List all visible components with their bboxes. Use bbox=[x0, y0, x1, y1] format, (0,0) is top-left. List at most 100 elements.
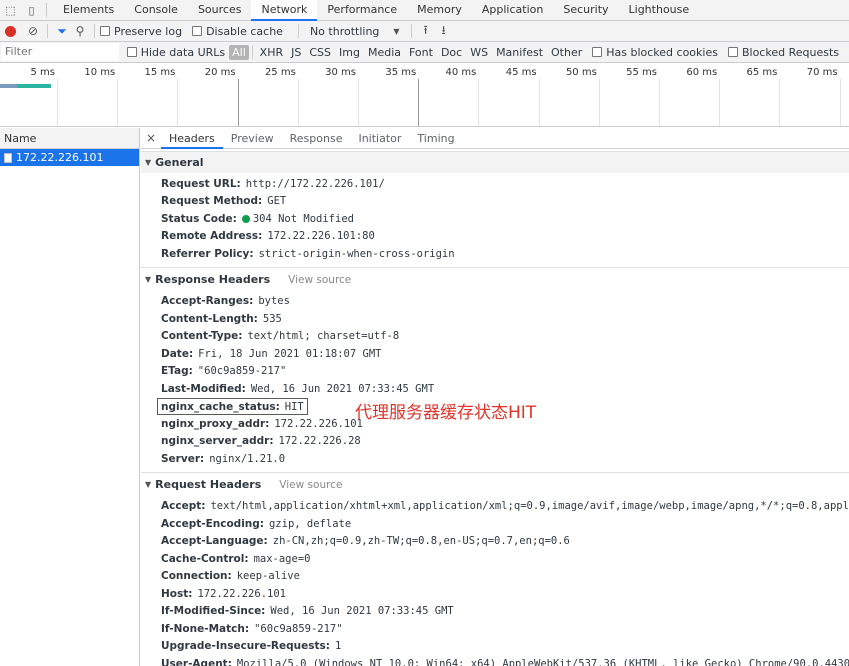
name-column-header[interactable]: Name bbox=[0, 128, 139, 149]
tab-sources[interactable]: Sources bbox=[188, 0, 252, 21]
header-row: Accept-Encoding: gzip, deflate bbox=[141, 515, 849, 533]
checkbox-box[interactable] bbox=[592, 47, 603, 57]
tab-console[interactable]: Console bbox=[124, 0, 188, 21]
close-icon[interactable]: × bbox=[141, 131, 161, 145]
header-value: 172.22.226.101:80 bbox=[267, 230, 375, 243]
clear-icon[interactable]: ⊘ bbox=[24, 22, 42, 40]
preserve-log-checkbox[interactable]: Preserve log bbox=[100, 25, 182, 38]
timeline-gridline bbox=[57, 79, 58, 126]
timeline-tick-label: 15 ms bbox=[144, 67, 176, 78]
disable-cache-checkbox[interactable]: Disable cache bbox=[192, 25, 283, 38]
tab-security[interactable]: Security bbox=[553, 0, 618, 21]
header-row: Request Method: GET bbox=[141, 193, 849, 211]
timeline-tick-label: 30 ms bbox=[325, 67, 356, 78]
tab-elements[interactable]: Elements bbox=[53, 0, 124, 21]
tab-application[interactable]: Application bbox=[472, 0, 553, 21]
header-key: If-Modified-Since: bbox=[161, 605, 266, 618]
header-value: 172.22.226.101 bbox=[274, 417, 363, 430]
header-value: GET bbox=[267, 195, 287, 208]
divider bbox=[47, 24, 48, 38]
filter-type-js[interactable]: JS bbox=[287, 46, 305, 59]
timeline-overview[interactable]: 5 ms 10 ms 15 ms 20 ms 25 ms 30 ms 35 ms 40 ms 4… bbox=[0, 63, 849, 127]
header-row: If-None-Match: "60c9a859-217" bbox=[141, 620, 849, 638]
inspect-element-icon[interactable]: ⬚ bbox=[0, 0, 21, 20]
hide-data-urls-label: Hide data URLs bbox=[140, 45, 226, 59]
divider bbox=[94, 24, 95, 38]
tab-memory[interactable]: Memory bbox=[407, 0, 472, 21]
tab-response[interactable]: Response bbox=[282, 128, 351, 149]
timeline-gridline bbox=[478, 79, 480, 126]
header-value: 1 bbox=[334, 640, 342, 653]
checkbox-box[interactable] bbox=[727, 47, 738, 57]
tab-initiator[interactable]: Initiator bbox=[350, 128, 409, 149]
header-value: text/html; charset=utf-8 bbox=[247, 330, 400, 343]
header-key: Remote Address: bbox=[161, 230, 263, 243]
filter-type-css[interactable]: CSS bbox=[305, 46, 335, 59]
filter-type-all[interactable]: All bbox=[229, 44, 249, 60]
general-section-header[interactable]: ▼ General bbox=[141, 151, 849, 173]
timeline-tick-label: 35 ms bbox=[385, 67, 417, 78]
hide-data-urls-checkbox[interactable]: Hide data URLs bbox=[126, 45, 226, 59]
timeline-gridline bbox=[237, 79, 239, 126]
tab-preview[interactable]: Preview bbox=[223, 128, 282, 149]
checkbox-box[interactable] bbox=[100, 26, 110, 36]
filter-type-doc[interactable]: Doc bbox=[437, 46, 466, 59]
filter-type-media[interactable]: Media bbox=[364, 46, 405, 59]
header-value: 304 Not Modified bbox=[252, 212, 354, 225]
response-headers-section-header[interactable]: ▼ Response Headers View source bbox=[141, 268, 849, 291]
blocked-requests-checkbox[interactable]: Blocked Requests bbox=[727, 46, 839, 59]
has-blocked-cookies-checkbox[interactable]: Has blocked cookies bbox=[592, 46, 718, 59]
timeline-gridline bbox=[358, 79, 359, 126]
tab-performance[interactable]: Performance bbox=[317, 0, 407, 21]
divider bbox=[297, 24, 299, 38]
import-har-icon[interactable]: ⭱ bbox=[417, 22, 435, 40]
timeline-tick-label: 10 ms bbox=[84, 67, 116, 78]
header-row: ETag: "60c9a859-217" bbox=[141, 363, 849, 381]
header-row: Connection: keep-alive bbox=[141, 568, 849, 586]
header-row: Cache-Control: max-age=0 bbox=[141, 550, 849, 568]
header-value: HIT bbox=[284, 400, 304, 413]
filter-icon[interactable]: ⏷ bbox=[53, 22, 71, 40]
request-headers-section-header[interactable]: ▼ Request Headers View source bbox=[141, 473, 849, 496]
timeline-gridline bbox=[719, 79, 721, 126]
timeline-tick-label: 50 ms bbox=[565, 67, 597, 78]
timeline-tick-label: 20 ms bbox=[204, 67, 236, 78]
filter-type-ws[interactable]: WS bbox=[466, 46, 492, 59]
header-key: Connection: bbox=[161, 570, 232, 583]
timeline-tick-label: 60 ms bbox=[686, 67, 718, 78]
timeline-tick-label: 55 ms bbox=[626, 67, 657, 78]
tab-lighthouse[interactable]: Lighthouse bbox=[619, 0, 700, 21]
preserve-log-label: Preserve log bbox=[114, 24, 183, 38]
header-value: bytes bbox=[258, 295, 290, 308]
throttling-value: No throttling bbox=[309, 24, 380, 38]
filter-input[interactable]: Filter bbox=[1, 43, 119, 61]
view-source-link[interactable]: View source bbox=[279, 479, 342, 491]
header-value: gzip, deflate bbox=[268, 517, 352, 530]
checkbox-box[interactable] bbox=[126, 47, 137, 57]
view-source-link[interactable]: View source bbox=[288, 274, 351, 286]
header-value: zh-CN,zh;q=0.9,zh-TW;q=0.8,en-US;q=0.7,e… bbox=[272, 535, 570, 548]
filter-type-xhr[interactable]: XHR bbox=[256, 46, 287, 59]
tab-timing[interactable]: Timing bbox=[409, 128, 462, 149]
tab-headers[interactable]: Headers bbox=[161, 128, 223, 149]
header-value: Wed, 16 Jun 2021 07:33:45 GMT bbox=[250, 382, 435, 395]
export-har-icon[interactable]: ⭳ bbox=[435, 22, 453, 40]
request-row[interactable]: 172.22.226.101 bbox=[0, 149, 139, 166]
throttling-select[interactable]: No throttling ▼ bbox=[304, 25, 406, 38]
timeline-gridline bbox=[598, 79, 600, 126]
filter-type-manifest[interactable]: Manifest bbox=[492, 46, 547, 59]
filter-type-other[interactable]: Other bbox=[547, 46, 586, 59]
tab-network[interactable]: Network bbox=[251, 0, 318, 21]
search-icon[interactable]: ⚲ bbox=[71, 22, 89, 40]
record-icon[interactable] bbox=[5, 25, 16, 37]
divider bbox=[251, 45, 253, 59]
filter-type-font[interactable]: Font bbox=[405, 46, 437, 59]
header-key: Date: bbox=[161, 347, 194, 360]
divider bbox=[46, 3, 47, 17]
checkbox-box[interactable] bbox=[192, 26, 203, 36]
header-row: Content-Length: 535 bbox=[141, 310, 849, 328]
header-key: Request Method: bbox=[161, 195, 263, 208]
header-key: Request URL: bbox=[161, 177, 241, 190]
filter-type-img[interactable]: Img bbox=[335, 46, 364, 59]
device-toolbar-icon[interactable]: ▯ bbox=[21, 0, 42, 20]
